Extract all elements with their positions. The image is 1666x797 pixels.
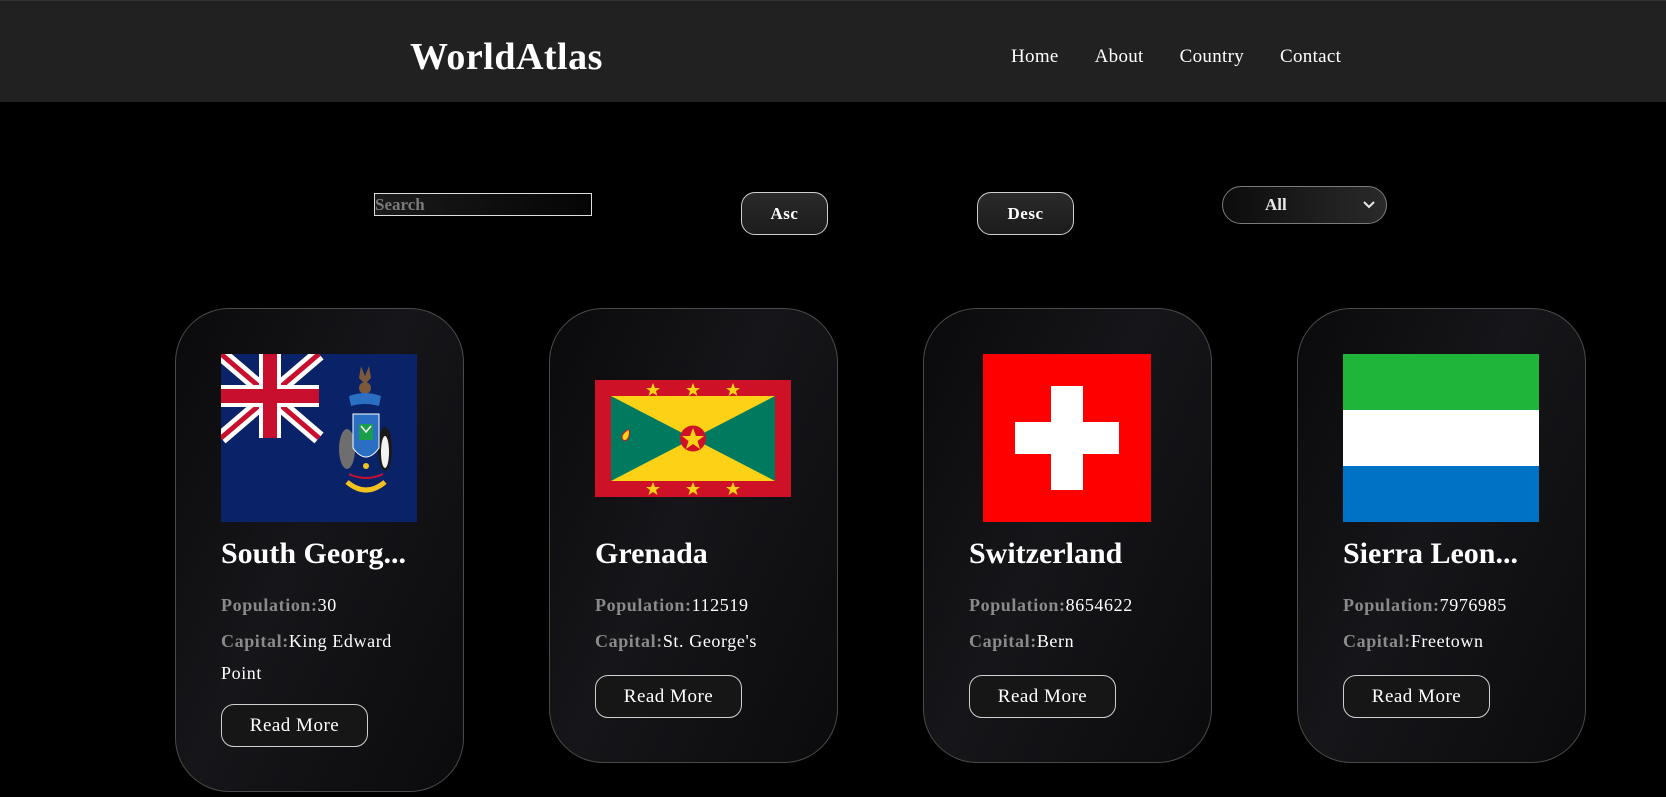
- country-card: Switzerland Population:8654622 Capital:B…: [923, 308, 1212, 763]
- search-input[interactable]: [374, 193, 592, 216]
- site-logo[interactable]: WorldAtlas: [410, 35, 603, 79]
- country-name: Switzerland: [969, 537, 1123, 570]
- country-name: Sierra Leon...: [1343, 537, 1518, 570]
- read-more-button[interactable]: Read More: [1343, 675, 1490, 718]
- sierra-leone-flag: [1343, 354, 1539, 522]
- nav-home-link[interactable]: Home: [1011, 45, 1059, 69]
- read-more-button[interactable]: Read More: [595, 675, 742, 718]
- country-capital: Capital:St. George's: [595, 625, 795, 657]
- grenada-flag: [595, 380, 791, 497]
- population-value: 30: [317, 595, 337, 615]
- country-population: Population:30: [221, 589, 421, 621]
- nav-about-link[interactable]: About: [1095, 45, 1144, 69]
- capital-value: Freetown: [1410, 631, 1484, 651]
- capital-value: St. George's: [662, 631, 757, 651]
- region-filter-select[interactable]: All: [1222, 186, 1387, 224]
- site-header: WorldAtlas Home About Country Contact: [0, 0, 1666, 102]
- chevron-down-icon: [1363, 201, 1375, 209]
- population-value: 7976985: [1439, 595, 1507, 615]
- capital-label: Capital:: [969, 631, 1037, 651]
- nav-country-link[interactable]: Country: [1180, 45, 1244, 69]
- population-label: Population:: [969, 595, 1066, 615]
- country-name: Grenada: [595, 537, 708, 570]
- population-label: Population:: [1343, 595, 1440, 615]
- population-label: Population:: [221, 595, 318, 615]
- country-card: South Georg... Population:30 Capital:Kin…: [175, 308, 464, 792]
- read-more-button[interactable]: Read More: [221, 704, 368, 747]
- read-more-button[interactable]: Read More: [969, 675, 1116, 718]
- country-capital: Capital:Freetown: [1343, 625, 1543, 657]
- country-population: Population:112519: [595, 589, 795, 621]
- south-georgia-flag: [221, 354, 417, 522]
- sort-desc-button[interactable]: Desc: [977, 192, 1074, 235]
- capital-label: Capital:: [1343, 631, 1411, 651]
- country-capital: Capital:King Edward Point: [221, 625, 421, 689]
- nav-contact-link[interactable]: Contact: [1280, 45, 1341, 69]
- country-card: Sierra Leon... Population:7976985 Capita…: [1297, 308, 1586, 763]
- main-nav: Home About Country Contact: [1011, 45, 1377, 69]
- country-population: Population:7976985: [1343, 589, 1543, 621]
- population-value: 112519: [691, 595, 749, 615]
- switzerland-flag: [983, 354, 1151, 522]
- country-population: Population:8654622: [969, 589, 1169, 621]
- population-value: 8654622: [1065, 595, 1133, 615]
- country-name: South Georg...: [221, 537, 407, 570]
- population-label: Population:: [595, 595, 692, 615]
- capital-label: Capital:: [221, 631, 289, 651]
- region-filter-value: All: [1265, 195, 1287, 214]
- capital-label: Capital:: [595, 631, 663, 651]
- country-capital: Capital:Bern: [969, 625, 1169, 657]
- capital-value: Bern: [1036, 631, 1075, 651]
- country-card: Grenada Population:112519 Capital:St. Ge…: [549, 308, 838, 763]
- sort-asc-button[interactable]: Asc: [741, 192, 828, 235]
